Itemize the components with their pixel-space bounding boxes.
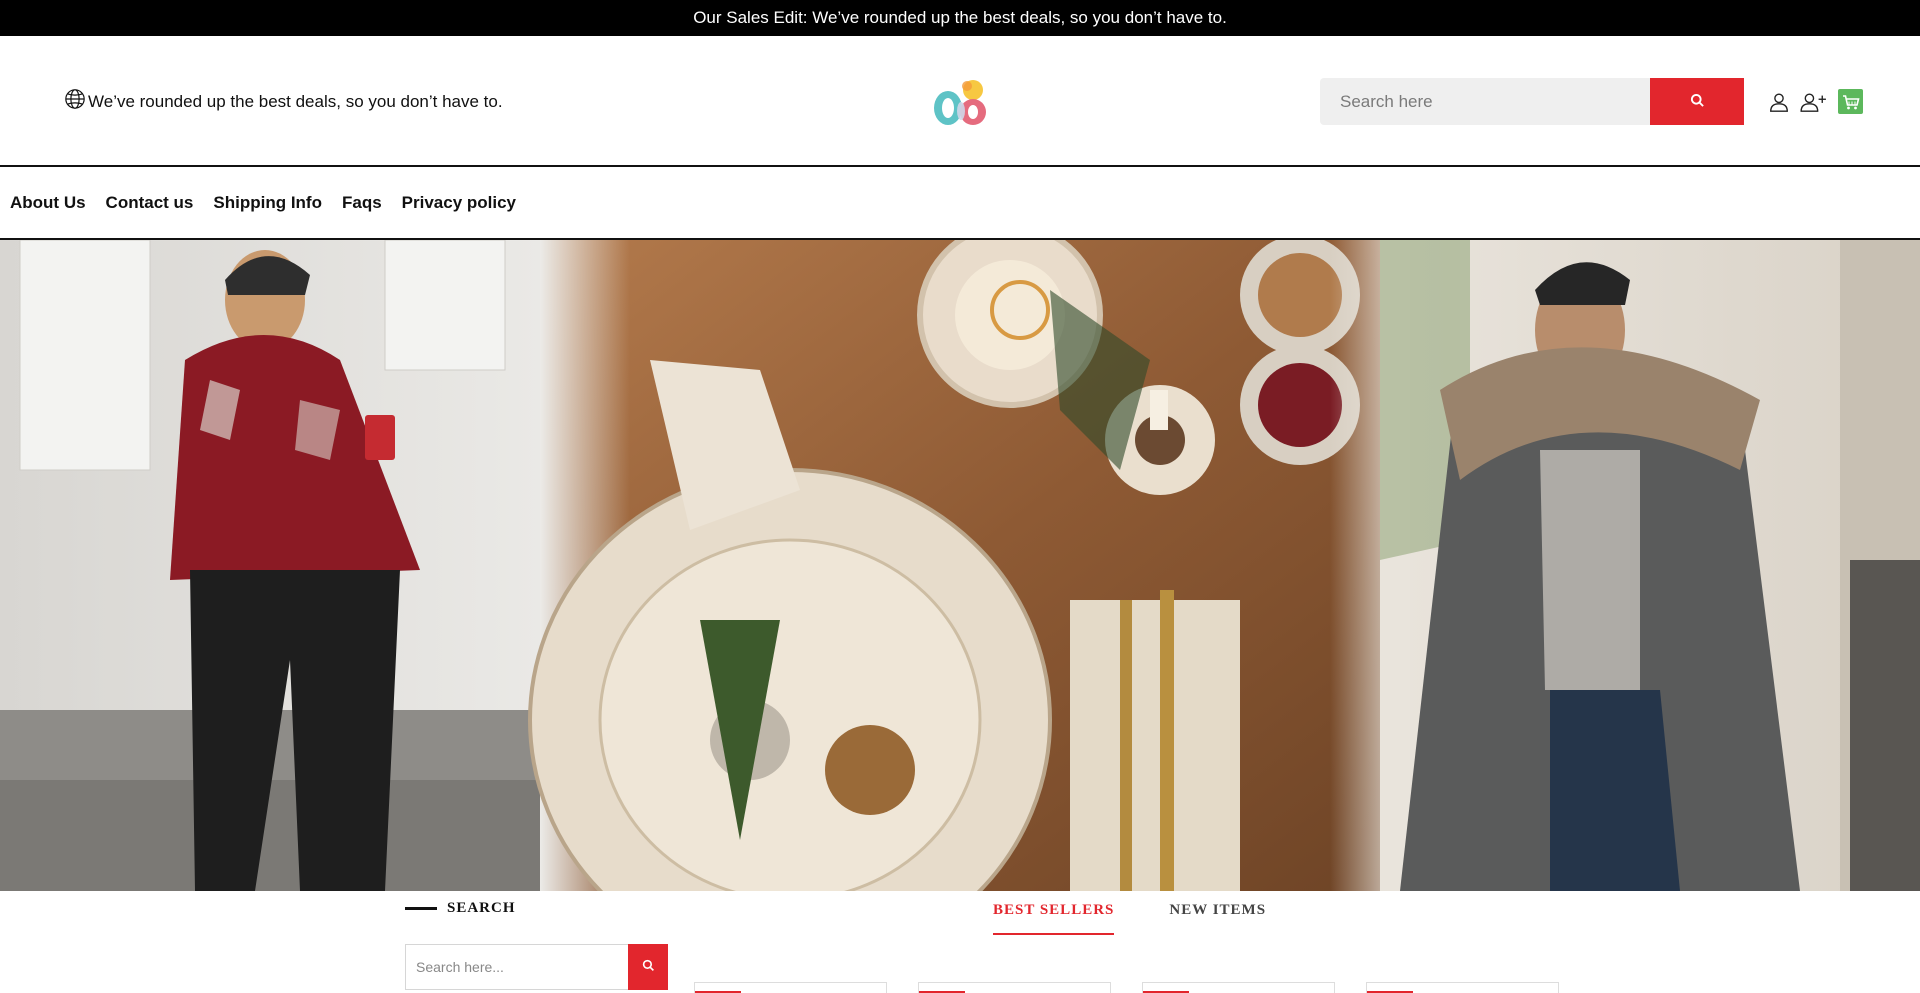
site-header: We’ve rounded up the best deals, so you … bbox=[0, 36, 1920, 167]
header-actions bbox=[1768, 89, 1863, 114]
sidebar-search bbox=[405, 944, 668, 990]
site-logo[interactable] bbox=[925, 78, 995, 128]
sidebar-search-input[interactable] bbox=[405, 944, 628, 990]
sidebar-search-button[interactable] bbox=[628, 944, 668, 990]
nav-privacy-policy[interactable]: Privacy policy bbox=[402, 193, 516, 213]
product-card[interactable] bbox=[694, 982, 887, 993]
announcement-bar: Our Sales Edit: We’ve rounded up the bes… bbox=[0, 0, 1920, 36]
search-input[interactable] bbox=[1320, 78, 1650, 125]
search-icon bbox=[642, 959, 655, 975]
announcement-text: Our Sales Edit: We’ve rounded up the bes… bbox=[693, 8, 1227, 27]
tagline-text: We’ve rounded up the best deals, so you … bbox=[88, 91, 503, 111]
sidebar-search-heading: SEARCH bbox=[405, 900, 516, 917]
add-user-icon[interactable] bbox=[1800, 91, 1828, 113]
nav-contact-us[interactable]: Contact us bbox=[106, 193, 194, 213]
heading-divider bbox=[405, 907, 437, 910]
hero-banner[interactable] bbox=[0, 240, 1920, 891]
nav-about-us[interactable]: About Us bbox=[10, 193, 86, 213]
search-button[interactable] bbox=[1650, 78, 1744, 125]
product-tabs: BEST SELLERS NEW ITEMS bbox=[993, 902, 1266, 935]
sidebar-title: SEARCH bbox=[447, 900, 516, 916]
header-tagline: We’ve rounded up the best deals, so you … bbox=[64, 88, 503, 115]
tab-new-items[interactable]: NEW ITEMS bbox=[1169, 902, 1266, 935]
product-card[interactable] bbox=[1142, 982, 1335, 993]
search-icon bbox=[1690, 93, 1705, 111]
nav-faqs[interactable]: Faqs bbox=[342, 193, 382, 213]
tab-best-sellers[interactable]: BEST SELLERS bbox=[993, 902, 1115, 935]
cart-icon[interactable] bbox=[1838, 89, 1863, 114]
main-nav: About Us Contact us Shipping Info Faqs P… bbox=[0, 167, 1920, 240]
product-card[interactable] bbox=[1366, 982, 1559, 993]
nav-shipping-info[interactable]: Shipping Info bbox=[213, 193, 322, 213]
globe-icon bbox=[64, 88, 86, 115]
product-card[interactable] bbox=[918, 982, 1111, 993]
header-search bbox=[1320, 78, 1744, 125]
hero-image bbox=[0, 240, 1920, 891]
user-icon[interactable] bbox=[1768, 91, 1790, 113]
